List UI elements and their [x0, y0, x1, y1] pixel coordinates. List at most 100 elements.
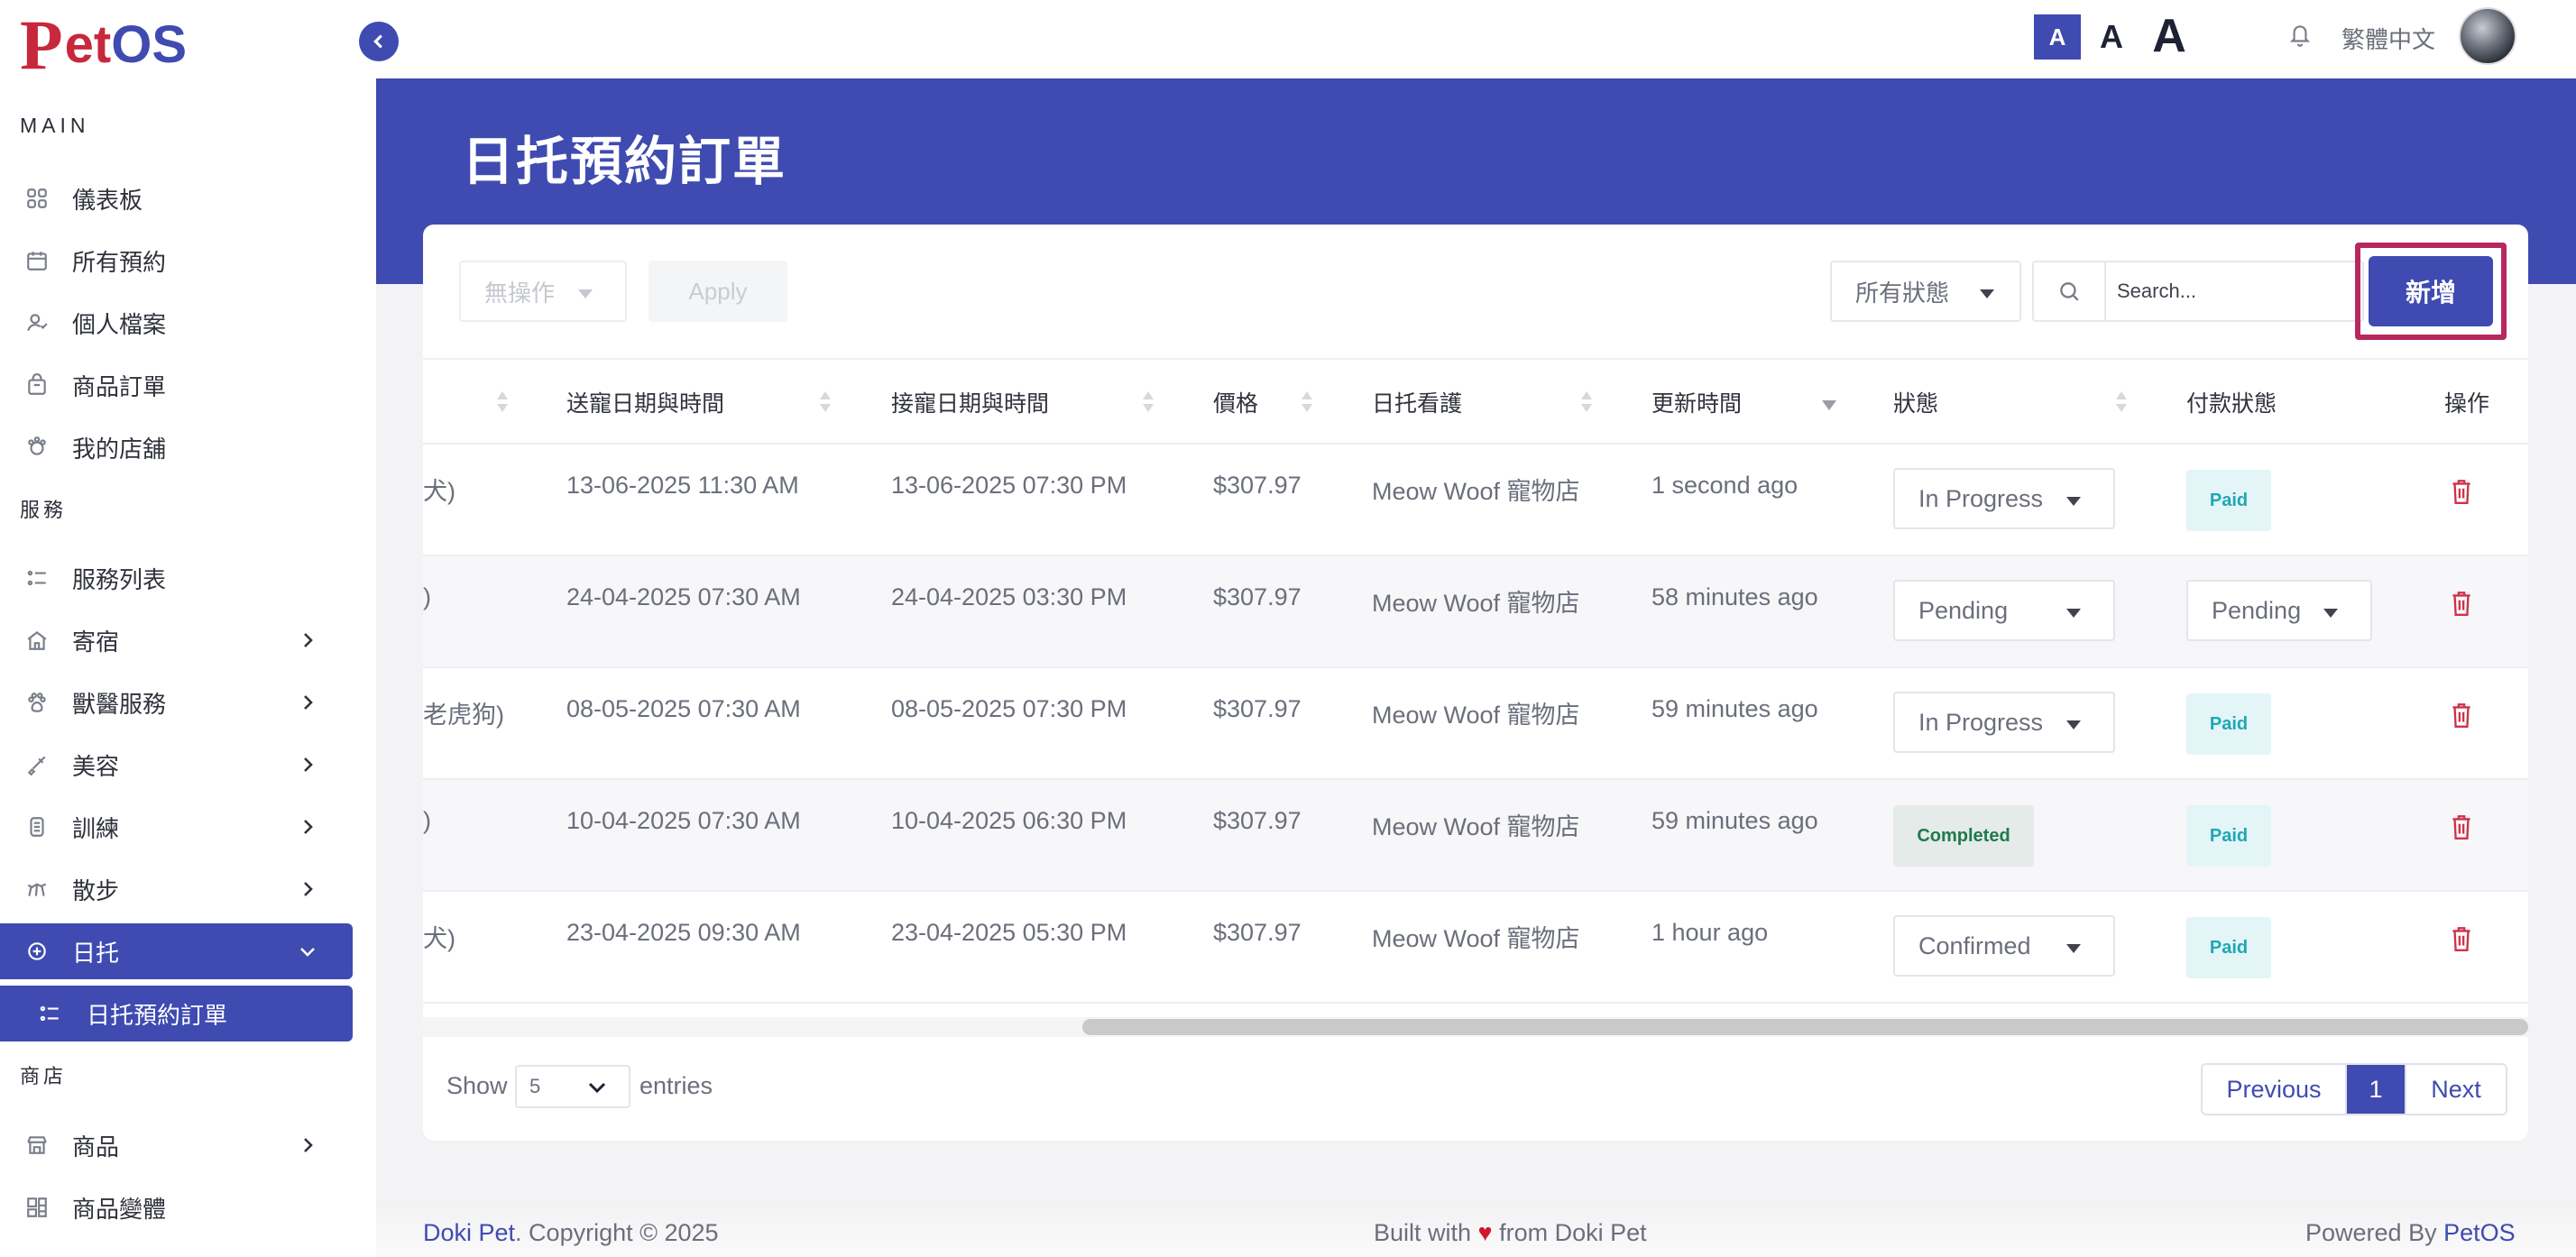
- updated-cell: 1 hour ago: [1651, 919, 1769, 946]
- sidebar-item-product-orders[interactable]: 商品訂單: [0, 357, 353, 413]
- column-header-caregiver[interactable]: 日托看護: [1372, 360, 1462, 445]
- sidebar-item-products[interactable]: 商品: [0, 1117, 353, 1173]
- payment-status-select[interactable]: Pending: [2186, 580, 2372, 641]
- pet-cell: 犬): [423, 478, 455, 505]
- trash-icon[interactable]: [2450, 812, 2473, 841]
- sidebar-item-vet[interactable]: 獸醫服務: [0, 674, 353, 730]
- sidebar-item-service-list[interactable]: 服務列表: [0, 550, 353, 606]
- sidebar-item-walking[interactable]: 散步: [0, 861, 353, 917]
- page-title: 日托預約訂單: [462, 133, 787, 191]
- column-header-price[interactable]: 價格: [1213, 360, 1258, 445]
- chevron-right-icon: [297, 754, 318, 775]
- caregiver-cell: Meow Woof 寵物店: [1372, 925, 1580, 952]
- add-button[interactable]: 新增: [2369, 256, 2493, 326]
- updated-cell: 59 minutes ago: [1651, 695, 1818, 722]
- dropoff-cell: 10-04-2025 07:30 AM: [566, 807, 801, 834]
- sort-icon[interactable]: [1302, 391, 1312, 415]
- user-icon: [23, 309, 51, 336]
- sidebar-item-label: 獸醫服務: [72, 690, 167, 718]
- price-cell: $307.97: [1213, 919, 1302, 946]
- status-filter-select[interactable]: 所有狀態: [1830, 261, 2021, 322]
- dropoff-cell: 13-06-2025 11:30 AM: [566, 472, 799, 499]
- avatar[interactable]: [2459, 7, 2516, 65]
- sort-desc-icon[interactable]: [1822, 391, 1836, 415]
- column-header-updated[interactable]: 更新時間: [1651, 360, 1742, 445]
- bulk-action-select[interactable]: 無操作: [459, 261, 627, 322]
- language-selector[interactable]: 繁體中文: [2341, 22, 2435, 55]
- status-value: In Progress: [1918, 708, 2044, 736]
- pet-cell: 老虎狗): [423, 702, 504, 729]
- status-value: In Progress: [1918, 484, 2044, 512]
- built-suffix: from Doki Pet: [1492, 1219, 1647, 1246]
- logo-text-et: et: [64, 15, 112, 74]
- column-header-label: 價格: [1213, 391, 1259, 417]
- next-page-button[interactable]: Next: [2405, 1065, 2506, 1114]
- show-label: Show: [446, 1072, 508, 1099]
- sidebar-item-label: 美容: [72, 752, 120, 780]
- column-header-payment[interactable]: 付款狀態: [2186, 360, 2277, 445]
- font-size-small-button[interactable]: A: [2034, 14, 2081, 60]
- trash-icon[interactable]: [2450, 589, 2473, 618]
- footer-brand-link[interactable]: Doki Pet: [423, 1219, 515, 1246]
- chevron-down-icon: [588, 1082, 606, 1094]
- powered-brand-link[interactable]: PetOS: [2443, 1219, 2516, 1246]
- pet-cell: 犬): [423, 925, 455, 952]
- pet-cell: ): [423, 583, 431, 610]
- copyright-text: . Copyright © 2025: [515, 1219, 719, 1246]
- sidebar-item-profile[interactable]: 個人檔案: [0, 295, 353, 351]
- sidebar-item-my-store[interactable]: 我的店舖: [0, 419, 353, 475]
- bell-icon[interactable]: [2288, 21, 2312, 48]
- apply-button[interactable]: Apply: [649, 261, 787, 322]
- pagination: Previous 1 Next: [2201, 1063, 2507, 1115]
- page-button-current[interactable]: 1: [2347, 1065, 2405, 1114]
- status-select[interactable]: In Progress: [1893, 692, 2115, 753]
- shop-icon: [23, 1132, 51, 1159]
- status-select[interactable]: In Progress: [1893, 468, 2115, 529]
- pet-cell: ): [423, 807, 431, 834]
- sidebar-item-daycare[interactable]: 日托: [0, 923, 353, 979]
- daycare-icon: [23, 938, 51, 965]
- store-icon: [23, 434, 51, 461]
- payment-value: Pending: [2212, 596, 2302, 624]
- previous-page-button[interactable]: Previous: [2203, 1065, 2347, 1114]
- sort-icon[interactable]: [497, 391, 508, 415]
- sidebar-item-all-bookings[interactable]: 所有預約: [0, 233, 353, 289]
- sidebar-collapse-button[interactable]: [359, 22, 399, 61]
- sidebar-item-training[interactable]: 訓練: [0, 799, 353, 855]
- trash-icon[interactable]: [2450, 701, 2473, 729]
- sidebar-subitem-daycare-orders[interactable]: 日托預約訂單: [0, 986, 353, 1041]
- sort-icon[interactable]: [1143, 391, 1154, 415]
- sidebar-item-product-variants[interactable]: 商品變體: [0, 1179, 353, 1235]
- column-header-actions: 操作: [2444, 360, 2489, 445]
- updated-cell: 1 second ago: [1651, 472, 1799, 499]
- sidebar-item-grooming[interactable]: 美容: [0, 737, 353, 793]
- table-bottom-border: [423, 1002, 2528, 1004]
- sort-icon[interactable]: [820, 391, 831, 415]
- trash-icon[interactable]: [2450, 924, 2473, 953]
- column-header-dropoff[interactable]: 送寵日期與時間: [566, 360, 724, 445]
- status-filter-value: 所有狀態: [1855, 279, 1950, 307]
- sidebar-item-dashboard[interactable]: 儀表板: [0, 170, 353, 226]
- search-input[interactable]: [2117, 270, 2351, 313]
- sort-icon[interactable]: [1581, 391, 1592, 415]
- status-select[interactable]: Pending: [1893, 580, 2115, 641]
- petos-logo[interactable]: P etOS: [20, 10, 187, 80]
- caret-down-icon: [2066, 720, 2081, 729]
- sidebar-item-boarding[interactable]: 寄宿: [0, 612, 353, 668]
- status-badge: Completed: [1893, 805, 2034, 867]
- heart-icon: ♥: [1477, 1219, 1493, 1246]
- font-size-large-button[interactable]: A: [2145, 9, 2194, 63]
- status-select[interactable]: Confirmed: [1893, 915, 2115, 977]
- column-header-label: 日托看護: [1372, 391, 1463, 417]
- caret-down-icon: [1980, 289, 1994, 298]
- column-header-pickup[interactable]: 接寵日期與時間: [891, 360, 1049, 445]
- table-row: ) 10-04-2025 07:30 AM 10-04-2025 06:30 P…: [423, 778, 2528, 890]
- trash-icon[interactable]: [2450, 477, 2473, 506]
- updated-cell: 59 minutes ago: [1651, 807, 1818, 834]
- bulk-action-value: 無操作: [484, 279, 556, 307]
- horizontal-scrollbar-thumb[interactable]: [1082, 1019, 2528, 1035]
- font-size-medium-button[interactable]: A: [2093, 14, 2130, 60]
- page-size-select[interactable]: 5: [515, 1065, 630, 1108]
- sort-icon[interactable]: [2116, 391, 2127, 415]
- column-header-status[interactable]: 狀態: [1893, 360, 1938, 445]
